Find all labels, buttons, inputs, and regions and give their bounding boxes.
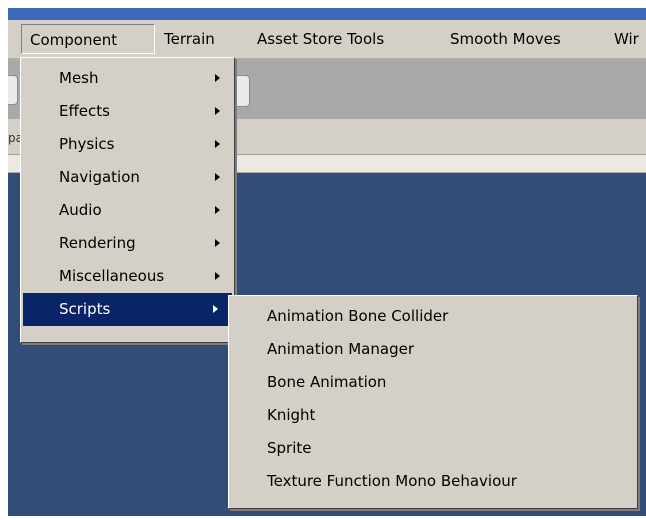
- menu-item-label: Rendering: [59, 234, 136, 252]
- menu-item-navigation[interactable]: Navigation: [21, 161, 234, 194]
- scripts-submenu: Animation Bone Collider Animation Manage…: [228, 295, 638, 509]
- screenshot-frame: Component Terrain Asset Store Tools Smoo…: [0, 0, 646, 520]
- triangle-right-icon: [215, 206, 220, 214]
- submenu-item-texture-function-mono-behaviour[interactable]: Texture Function Mono Behaviour: [229, 465, 637, 498]
- window-title-strip: [8, 8, 646, 20]
- menu-item-label: Physics: [59, 135, 115, 153]
- submenu-item-sprite[interactable]: Sprite: [229, 432, 637, 465]
- submenu-item-knight[interactable]: Knight: [229, 399, 637, 432]
- toolbar-control-left[interactable]: [8, 75, 18, 105]
- menu-window-partial[interactable]: Wir: [614, 24, 646, 54]
- menu-bar: Component Terrain Asset Store Tools Smoo…: [8, 20, 646, 59]
- menu-item-miscellaneous[interactable]: Miscellaneous: [21, 260, 234, 293]
- menu-item-label: Audio: [59, 201, 102, 219]
- menu-item-label: Scripts: [59, 300, 111, 318]
- menu-item-rendering[interactable]: Rendering: [21, 227, 234, 260]
- submenu-item-animation-bone-collider[interactable]: Animation Bone Collider: [229, 300, 637, 333]
- menu-item-audio[interactable]: Audio: [21, 194, 234, 227]
- component-dropdown-menu: Mesh Effects Physics Navigation Audio Re…: [20, 57, 235, 343]
- triangle-right-icon: [215, 107, 220, 115]
- menu-asset-store-tools[interactable]: Asset Store Tools: [257, 24, 384, 54]
- toolbar-control-right[interactable]: [236, 75, 250, 107]
- menu-component[interactable]: Component: [21, 24, 155, 54]
- triangle-right-icon: [213, 305, 218, 313]
- menu-item-label: Mesh: [59, 69, 99, 87]
- triangle-right-icon: [215, 140, 220, 148]
- menu-terrain[interactable]: Terrain: [164, 24, 215, 54]
- menu-smooth-moves[interactable]: Smooth Moves: [450, 24, 561, 54]
- menu-item-physics[interactable]: Physics: [21, 128, 234, 161]
- triangle-right-icon: [215, 272, 220, 280]
- menu-item-mesh[interactable]: Mesh: [21, 62, 234, 95]
- triangle-right-icon: [215, 173, 220, 181]
- triangle-right-icon: [215, 239, 220, 247]
- menu-item-effects[interactable]: Effects: [21, 95, 234, 128]
- menu-item-scripts[interactable]: Scripts: [23, 293, 232, 326]
- submenu-item-bone-animation[interactable]: Bone Animation: [229, 366, 637, 399]
- submenu-item-animation-manager[interactable]: Animation Manager: [229, 333, 637, 366]
- menu-item-label: Effects: [59, 102, 110, 120]
- triangle-right-icon: [215, 74, 220, 82]
- menu-item-label: Navigation: [59, 168, 140, 186]
- menu-item-label: Miscellaneous: [59, 267, 165, 285]
